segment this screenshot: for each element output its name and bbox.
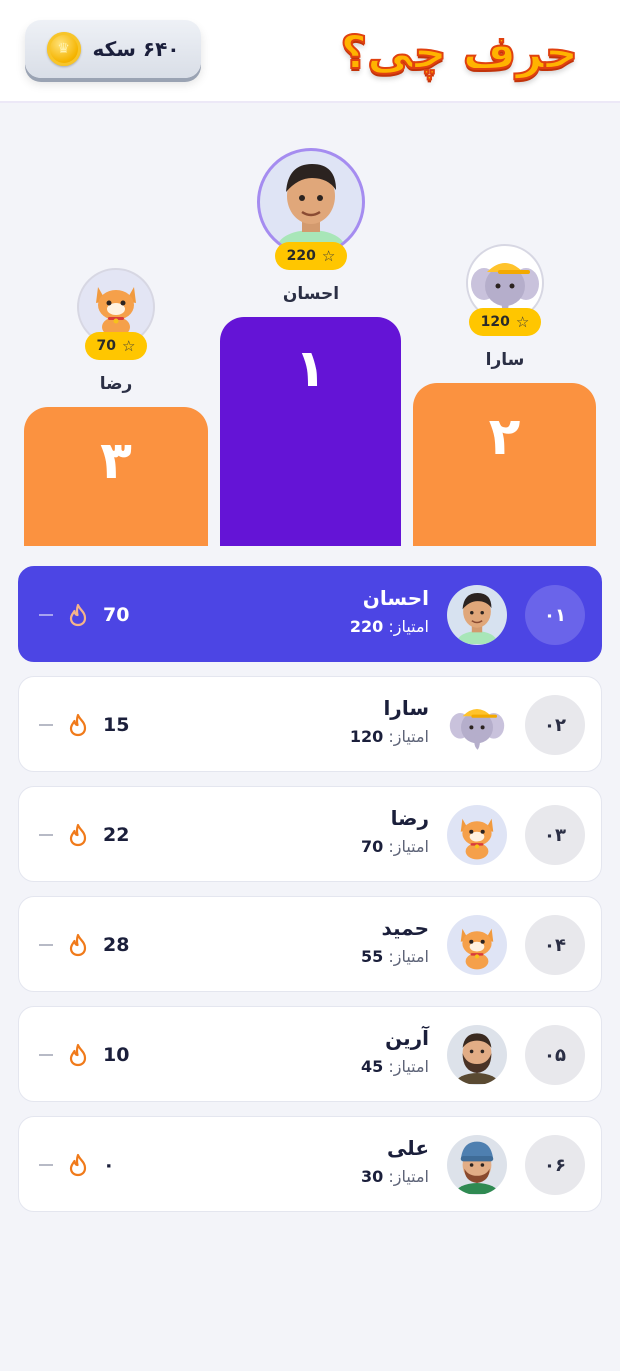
- streak-count: 70: [103, 604, 130, 626]
- app-logo: حرف چی؟: [338, 22, 578, 82]
- streak-group: 10: [39, 1007, 129, 1103]
- podium-first: ☆ 220 احسان: [257, 148, 365, 304]
- podium-place: ۲: [488, 407, 521, 467]
- dash-icon: [39, 1164, 53, 1166]
- podium-third: ☆ 70 رضا: [77, 268, 155, 394]
- player-info: سارا امتیاز: 120: [350, 693, 429, 751]
- streak-count: 15: [103, 714, 130, 736]
- leaderboard-row[interactable]: ۰۳ رضا امتیاز: 70 22: [18, 786, 602, 882]
- podium: ☆ 220 احسان ☆ 120 سارا ☆ 70 رضا ۳ ۱ ۲: [0, 103, 620, 546]
- leaderboard-row[interactable]: ۰۵ آرین امتیاز: 45 10: [18, 1006, 602, 1102]
- bearded-man-avatar: [447, 1025, 507, 1085]
- leaderboard-row[interactable]: ۰۲ سارا امتیاز: 120 15: [18, 676, 602, 772]
- dash-icon: [39, 944, 53, 946]
- flame-icon: [69, 603, 87, 627]
- flame-icon: [69, 1153, 87, 1177]
- dash-icon: [39, 1054, 53, 1056]
- streak-group: ۰: [39, 1117, 129, 1213]
- podium-block-third: ۳: [24, 407, 208, 546]
- dash-icon: [39, 834, 53, 836]
- player-info: احسان امتیاز: 220: [350, 583, 429, 641]
- player-score: امتیاز: 220: [349, 617, 429, 636]
- app-header: ۶۴۰ سکه ♛ حرف چی؟: [0, 0, 620, 103]
- player-name: رضا: [390, 806, 429, 830]
- podium-place: ۱: [294, 339, 327, 399]
- streak-count: ۰: [103, 1154, 115, 1176]
- flame-icon: [69, 1043, 87, 1067]
- player-info: رضا امتیاز: 70: [361, 803, 429, 861]
- flame-icon: [69, 933, 87, 957]
- rank-badge: ۰۲: [525, 695, 585, 755]
- player-score: امتیاز: 55: [360, 947, 429, 966]
- elephant-avatar: [447, 695, 507, 755]
- star-icon: ☆: [515, 313, 530, 331]
- leaderboard-list: ۰۱ احسان امتیاز: 220 70 ۰۲ سارا امتیاز: …: [18, 566, 602, 1226]
- score-badge: ☆ 220: [274, 242, 348, 270]
- podium-second: ☆ 120 سارا: [466, 244, 544, 370]
- rank-badge: ۰۳: [525, 805, 585, 865]
- score-badge: ☆ 70: [84, 332, 148, 360]
- flame-icon: [69, 823, 87, 847]
- podium-name: رضا: [99, 374, 133, 394]
- player-name: حمید: [381, 916, 429, 940]
- player-score: امتیاز: 70: [360, 837, 429, 856]
- cat-avatar: [447, 915, 507, 975]
- podium-name: سارا: [485, 350, 525, 370]
- coins-label: ۶۴۰ سکه: [92, 37, 180, 61]
- podium-block-first: ۱: [220, 317, 401, 546]
- podium-name: احسان: [282, 284, 340, 304]
- flame-icon: [69, 713, 87, 737]
- streak-group: 22: [39, 787, 129, 883]
- streak-group: 28: [39, 897, 129, 993]
- player-score: امتیاز: 45: [360, 1057, 429, 1076]
- player-info: حمید امتیاز: 55: [361, 913, 429, 971]
- rank-badge: ۰۱: [525, 585, 585, 645]
- player-name: احسان: [362, 586, 429, 610]
- score-badge: ☆ 120: [468, 308, 542, 336]
- star-icon: ☆: [321, 247, 336, 265]
- dash-icon: [39, 614, 53, 616]
- cat-avatar: [447, 805, 507, 865]
- boy-avatar: [447, 585, 507, 645]
- player-name: سارا: [383, 696, 429, 720]
- leaderboard-row[interactable]: ۰۱ احسان امتیاز: 220 70: [18, 566, 602, 662]
- podium-place: ۳: [100, 431, 132, 491]
- player-name: آرین: [385, 1026, 429, 1050]
- player-name: علی: [386, 1136, 429, 1160]
- player-score: امتیاز: 30: [360, 1167, 429, 1186]
- streak-count: 10: [103, 1044, 130, 1066]
- streak-count: 22: [103, 824, 130, 846]
- player-info: آرین امتیاز: 45: [361, 1023, 429, 1081]
- leaderboard-row[interactable]: ۰۴ حمید امتیاز: 55 28: [18, 896, 602, 992]
- rank-badge: ۰۴: [525, 915, 585, 975]
- dash-icon: [39, 724, 53, 726]
- rank-badge: ۰۵: [525, 1025, 585, 1085]
- rank-badge: ۰۶: [525, 1135, 585, 1195]
- coins-button[interactable]: ۶۴۰ سکه ♛: [25, 20, 201, 78]
- streak-group: 15: [39, 677, 129, 773]
- logo-text: حرف چی؟: [339, 24, 578, 80]
- leaderboard-row[interactable]: ۰۶ علی امتیاز: 30 ۰: [18, 1116, 602, 1212]
- player-score: امتیاز: 120: [349, 727, 429, 746]
- podium-block-second: ۲: [413, 383, 596, 546]
- boy-avatar[interactable]: [257, 148, 365, 256]
- coin-icon: ♛: [46, 32, 81, 66]
- streak-group: 70: [39, 567, 129, 663]
- streak-count: 28: [103, 934, 130, 956]
- star-icon: ☆: [122, 337, 136, 355]
- player-info: علی امتیاز: 30: [361, 1133, 429, 1191]
- beanie-man-avatar: [447, 1135, 507, 1195]
